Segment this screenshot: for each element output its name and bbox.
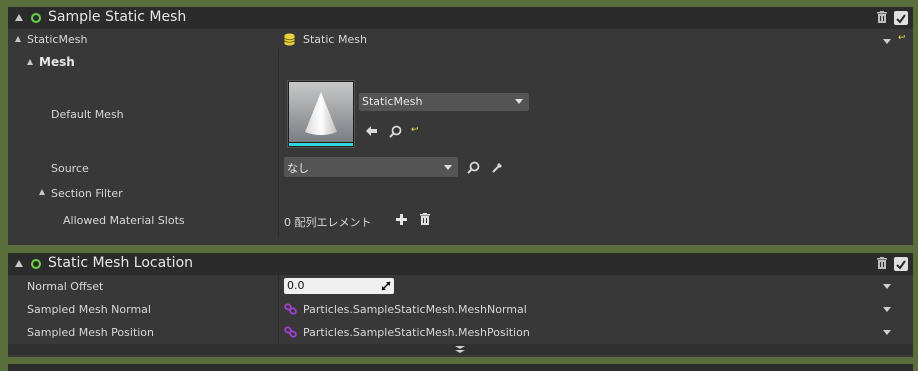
panel-title: Sample Static Mesh: [48, 9, 187, 25]
normal-offset-input[interactable]: 0.0: [284, 278, 394, 294]
sampled-normal-value: Particles.SampleStaticMesh.MeshNormal: [303, 303, 527, 316]
source-search-icon[interactable]: [467, 161, 480, 174]
module-status-icon: [31, 13, 41, 23]
normal-offset-dropdown-caret[interactable]: [883, 284, 891, 289]
chevron-down-icon: [515, 99, 523, 104]
normal-offset-label: Normal Offset: [27, 280, 104, 293]
sampled-position-value: Particles.SampleStaticMesh.MeshPosition: [303, 326, 530, 339]
normal-offset-row: Normal Offset 0.0: [8, 276, 913, 298]
search-icon[interactable]: [389, 125, 402, 138]
mesh-thumbnail[interactable]: [287, 80, 355, 148]
section-filter-label: Section Filter: [51, 187, 123, 200]
enable-checkbox[interactable]: [894, 11, 908, 25]
source-dropdown[interactable]: なし: [284, 157, 458, 177]
next-panel-partial: [8, 364, 913, 371]
add-icon[interactable]: [396, 214, 407, 225]
trash-icon[interactable]: [877, 257, 887, 269]
link-icon: [284, 326, 297, 338]
static-mesh-location-panel: Static Mesh Location Normal Offset 0.0 S…: [8, 253, 913, 357]
trash-icon[interactable]: [877, 11, 887, 23]
arrow-left-icon[interactable]: [365, 125, 378, 137]
static-mesh-label: StaticMesh: [27, 33, 88, 46]
enable-checkbox[interactable]: [894, 257, 908, 271]
check-icon: [896, 14, 906, 24]
mesh-expand-arrow-icon[interactable]: [27, 59, 33, 65]
mesh-category-label: Mesh: [39, 55, 75, 69]
mesh-category: Mesh: [8, 51, 913, 73]
collapse-arrow-icon[interactable]: [15, 14, 23, 21]
static-mesh-dropdown-caret[interactable]: [883, 39, 891, 44]
double-chevron-down-icon: [455, 346, 465, 353]
default-mesh-row: Default Mesh StaticMesh ↩: [8, 79, 913, 149]
panel-header[interactable]: Static Mesh Location: [8, 253, 913, 275]
sampled-mesh-normal-row: Sampled Mesh Normal Particles.SampleStat…: [8, 299, 913, 321]
sample-static-mesh-panel: Sample Static Mesh StaticMesh Static Mes…: [8, 7, 913, 245]
drag-handle-icon[interactable]: [381, 281, 391, 291]
default-mesh-dropdown[interactable]: StaticMesh: [359, 93, 529, 111]
eyedropper-icon[interactable]: [491, 161, 504, 174]
source-value: なし: [287, 162, 309, 175]
static-mesh-row: StaticMesh Static Mesh ↩: [8, 29, 913, 49]
panel-title: Static Mesh Location: [48, 255, 194, 271]
allowed-slots-value: 0 配列エレメント: [284, 216, 372, 229]
sampled-position-dropdown-caret[interactable]: [883, 330, 891, 335]
source-row: Source なし: [8, 155, 913, 179]
collapse-arrow-icon[interactable]: [15, 260, 23, 267]
cone-preview-image: [289, 82, 353, 142]
sampled-mesh-position-row: Sampled Mesh Position Particles.SampleSt…: [8, 322, 913, 344]
module-status-icon: [31, 259, 41, 269]
section-filter-arrow-icon[interactable]: [39, 189, 45, 195]
static-mesh-value: Static Mesh: [303, 33, 367, 46]
allowed-slots-label: Allowed Material Slots: [63, 214, 185, 227]
sampled-normal-dropdown-caret[interactable]: [883, 307, 891, 312]
sampled-position-label: Sampled Mesh Position: [27, 326, 155, 339]
source-label: Source: [51, 162, 89, 175]
link-icon: [284, 303, 297, 315]
advanced-expander[interactable]: [8, 344, 913, 355]
sampled-normal-label: Sampled Mesh Normal: [27, 303, 151, 316]
default-mesh-label: Default Mesh: [51, 108, 124, 121]
thumbnail-highlight-bar: [289, 143, 353, 146]
allowed-material-slots-row: Allowed Material Slots 0 配列エレメント: [8, 209, 913, 231]
database-icon: [284, 33, 295, 46]
expand-arrow-icon[interactable]: [15, 36, 21, 42]
check-icon: [896, 260, 906, 270]
normal-offset-value: 0.0: [287, 279, 305, 292]
default-mesh-value: StaticMesh: [362, 95, 423, 108]
panel-header[interactable]: Sample Static Mesh: [8, 7, 913, 29]
delete-icon[interactable]: [420, 213, 430, 225]
section-filter-row: Section Filter: [8, 183, 913, 203]
reset-to-default-icon[interactable]: ↩: [898, 33, 906, 43]
chevron-down-icon: [444, 165, 452, 170]
default-mesh-reset-icon[interactable]: ↩: [411, 125, 419, 135]
